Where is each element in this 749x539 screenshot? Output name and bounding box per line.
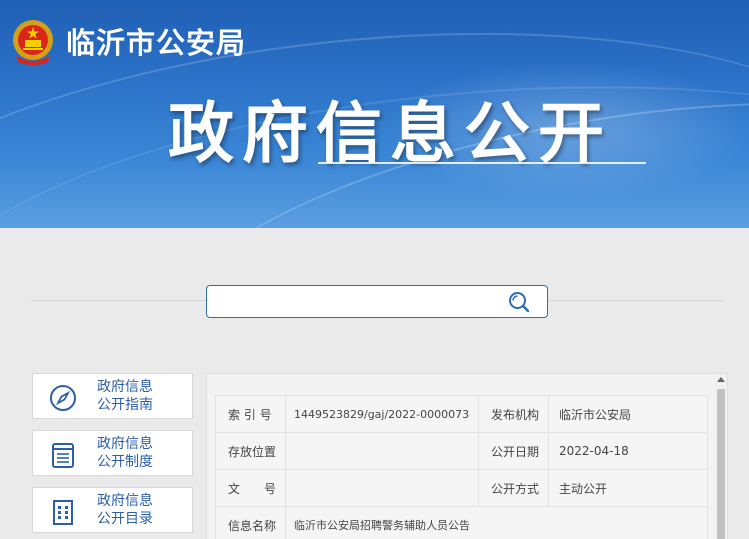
sidebar-label-line2: 公开指南	[97, 397, 153, 413]
table-value: 临沂市公安局	[548, 395, 708, 433]
search-box[interactable]	[206, 285, 548, 318]
sidebar-label-line1: 政府信息	[97, 493, 153, 509]
table-row: 索 引 号 1449523829/gaj/2022-0000073 发布机构 临…	[215, 395, 708, 433]
table-row: 存放位置 公开日期 2022-04-18	[215, 432, 708, 470]
table-value: 1449523829/gaj/2022-0000073	[285, 395, 479, 433]
sidebar-label-line2: 公开制度	[97, 454, 153, 470]
table-value: 2022-04-18	[548, 432, 708, 470]
sidebar-item-label: 政府信息 公开目录	[97, 492, 153, 528]
sidebar-item-system[interactable]: 政府信息 公开制度	[32, 430, 193, 476]
national-emblem-icon	[13, 20, 53, 65]
table-value-title: 临沂市公安局招聘警务辅助人员公告	[285, 506, 708, 539]
sidebar-item-catalog[interactable]: 政府信息 公开目录	[32, 487, 193, 533]
sidebar-label-line2: 公开目录	[97, 511, 153, 527]
table-key: 索 引 号	[215, 395, 286, 433]
table-row: 文 号 公开方式 主动公开	[215, 469, 708, 507]
info-table: 索 引 号 1449523829/gaj/2022-0000073 发布机构 临…	[215, 395, 708, 539]
title-underline	[318, 162, 646, 164]
sidebar-item-label: 政府信息 公开指南	[97, 378, 153, 414]
table-key: 存放位置	[215, 432, 286, 470]
document-list-icon	[52, 443, 74, 468]
table-value	[285, 469, 479, 507]
header-banner: 临沂市公安局 政府信息公开	[0, 0, 749, 228]
scrollbar[interactable]	[715, 375, 727, 539]
sidebar-item-guide[interactable]: 政府信息 公开指南	[32, 373, 193, 419]
table-row: 信息名称 临沂市公安局招聘警务辅助人员公告	[215, 506, 708, 539]
table-key: 公开日期	[478, 432, 549, 470]
table-value: 主动公开	[548, 469, 708, 507]
table-key: 文 号	[215, 469, 286, 507]
sidebar-item-label: 政府信息 公开制度	[97, 435, 153, 471]
sidebar-label-line1: 政府信息	[97, 379, 153, 395]
sidebar-label-line1: 政府信息	[97, 436, 153, 452]
table-value	[285, 432, 479, 470]
scroll-up-icon[interactable]	[717, 377, 725, 382]
compass-icon	[50, 385, 76, 411]
table-key: 公开方式	[478, 469, 549, 507]
site-name[interactable]: 临沂市公安局	[66, 20, 246, 62]
grid-icon	[53, 500, 73, 525]
table-key: 信息名称	[215, 506, 286, 539]
search-icon[interactable]	[507, 290, 531, 314]
table-key: 发布机构	[478, 395, 549, 433]
content-area: 政府信息 公开指南 政府信息 公开制度 政府信息 公开目录 索 引 号 1449…	[9, 228, 745, 539]
search-input[interactable]	[215, 290, 495, 312]
scrollbar-thumb[interactable]	[717, 389, 725, 539]
